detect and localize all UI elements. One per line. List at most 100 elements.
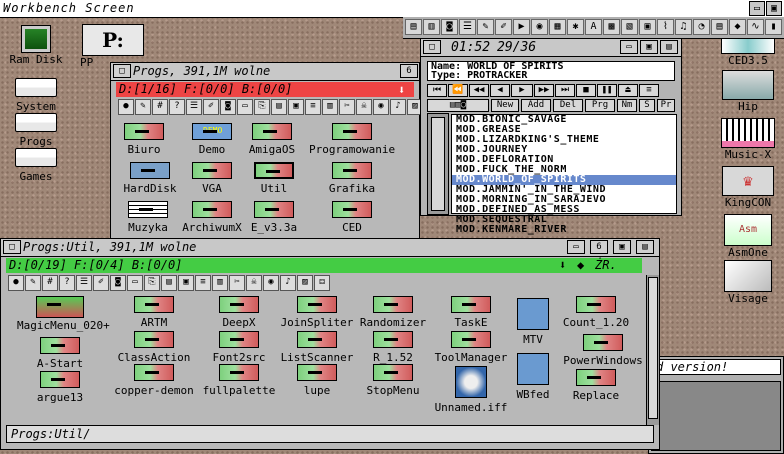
dock-calc-icon[interactable]: ▩ xyxy=(603,19,620,35)
arrow-down-icon[interactable]: ⬇ xyxy=(398,83,405,97)
dock-clock-icon[interactable]: ◔ xyxy=(693,19,710,35)
tool-astart[interactable]: A-Start xyxy=(17,337,103,370)
desktop-icon-visage[interactable]: Visage xyxy=(714,260,782,305)
dock-game-icon[interactable]: ✱ xyxy=(567,19,584,35)
dock-aaa-icon[interactable]: ▤ xyxy=(711,19,728,35)
playlist-tools-icon[interactable]: ▤▥◙ xyxy=(427,99,489,112)
prev-icon[interactable]: ⏪ xyxy=(448,84,468,97)
music-icon[interactable]: ♪ xyxy=(390,99,406,115)
dock-music-icon[interactable]: ♫ xyxy=(675,19,692,35)
desktop-icon-kingcon[interactable]: ♛ KingCON xyxy=(714,166,782,209)
info-icon[interactable]: ● xyxy=(8,275,24,291)
depth-front-icon[interactable]: ▣ xyxy=(766,1,782,16)
disk-icon[interactable]: ◙ xyxy=(110,275,126,291)
dock-screen-icon[interactable]: ▣ xyxy=(639,19,656,35)
tool-listscanner[interactable]: ListScanner xyxy=(274,331,360,364)
player-window[interactable]: □ 01:52 29/36 ▭ ▣ ▤ Name: World Of Spiri… xyxy=(420,38,682,235)
eye-icon[interactable]: ◉ xyxy=(373,99,389,115)
dock-disk-icon[interactable]: ◙ xyxy=(441,19,458,35)
tool-deepx[interactable]: DeepX xyxy=(196,296,282,329)
drawer-ced[interactable]: CED xyxy=(309,201,395,234)
dice-icon[interactable]: ⚃ xyxy=(314,275,330,291)
tool-classaction[interactable]: ClassAction xyxy=(111,331,197,364)
skull-icon[interactable]: ☠ xyxy=(356,99,372,115)
tool-font2src[interactable]: Font2src xyxy=(196,331,282,364)
eject-icon[interactable]: ⏏ xyxy=(618,84,638,97)
grid-icon[interactable]: # xyxy=(152,99,168,115)
tool-r152[interactable]: R_1.52 xyxy=(350,331,436,364)
text-icon[interactable]: ? xyxy=(59,275,75,291)
tool-lupe[interactable]: lupe xyxy=(274,364,360,397)
dock-logo-icon[interactable]: ◆ xyxy=(729,19,746,35)
play-icon[interactable]: ▶ xyxy=(511,84,533,97)
new-button[interactable]: New xyxy=(491,99,519,112)
add-button[interactable]: Add xyxy=(521,99,551,112)
box-icon[interactable]: ▣ xyxy=(288,99,304,115)
term-icon[interactable]: ▤ xyxy=(271,99,287,115)
dock-eye-icon[interactable]: ◉ xyxy=(531,19,548,35)
window-icon[interactable]: ▭ xyxy=(127,275,143,291)
player-titlebar[interactable]: □ 01:52 29/36 ▭ ▣ ▤ xyxy=(421,39,681,57)
drawer-programowanie[interactable]: Programowanie xyxy=(309,123,395,156)
dock-prefs-icon[interactable]: ▤ xyxy=(405,19,422,35)
del-button[interactable]: Del xyxy=(553,99,583,112)
playlist-scrollbar[interactable] xyxy=(427,113,449,215)
depth-icon[interactable]: 6 xyxy=(590,240,608,254)
tool-magicmenu[interactable]: MagicMenu_020+ xyxy=(17,296,110,332)
dock-doc-icon[interactable]: ▧ xyxy=(621,19,638,35)
drawer-amigaos[interactable]: AmigaOS xyxy=(229,123,315,156)
tool-joinspliter[interactable]: JoinSpliter xyxy=(274,296,360,329)
dock-shell-icon[interactable]: ▦ xyxy=(549,19,566,35)
box-icon[interactable]: ▣ xyxy=(178,275,194,291)
scissors-icon[interactable]: ✂ xyxy=(339,99,355,115)
dock-page-icon[interactable]: ☰ xyxy=(459,19,476,35)
tool-randomizer[interactable]: Randomizer xyxy=(350,296,436,329)
iconify-icon[interactable]: ▣ xyxy=(613,240,631,254)
window-icon[interactable]: ▭ xyxy=(237,99,253,115)
prg-button[interactable]: Prg xyxy=(585,99,615,112)
stop-icon[interactable]: ■ xyxy=(576,84,596,97)
desktop-icon-progs[interactable]: Progs xyxy=(8,113,64,148)
close-icon[interactable]: □ xyxy=(423,40,441,54)
dock-end-icon[interactable]: ▮ xyxy=(765,19,782,35)
book-icon[interactable]: ▥ xyxy=(322,99,338,115)
tool-artm[interactable]: ARTM xyxy=(111,296,197,329)
desktop-icon-games[interactable]: Games xyxy=(8,148,64,183)
back-window[interactable]: d version! xyxy=(648,356,784,454)
close-icon[interactable]: □ xyxy=(3,240,21,254)
dock-tools-icon[interactable]: ✎ xyxy=(477,19,494,35)
pencil-icon[interactable]: ✐ xyxy=(203,99,219,115)
dock-wave-icon[interactable]: ∿ xyxy=(747,19,764,35)
book-icon[interactable]: ▥ xyxy=(212,275,228,291)
desktop-icon-asmone[interactable]: Asm AsmOne xyxy=(714,214,782,259)
scissors-icon[interactable]: ✂ xyxy=(229,275,245,291)
dock-monitor-icon[interactable]: ▥ xyxy=(423,19,440,35)
drawer-grafika[interactable]: Grafika xyxy=(309,162,395,195)
playlist[interactable]: MOD.BIONIC_SAVAGE MOD.GREASE MOD.LIZARDKIN… xyxy=(451,114,677,235)
desktop-icon-hip[interactable]: Hip xyxy=(714,70,782,113)
tool-fullpalette[interactable]: fullpalette xyxy=(196,364,282,397)
tool-copperdemon[interactable]: copper-demon xyxy=(111,364,197,397)
desktop-icon-ced[interactable]: CED3.5 xyxy=(714,38,782,67)
depth-front-icon[interactable]: ▤ xyxy=(636,240,654,254)
depth-back-icon[interactable]: ▣ xyxy=(640,40,658,54)
eye-icon[interactable]: ◉ xyxy=(263,275,279,291)
depth-back-icon[interactable]: ▭ xyxy=(749,1,765,16)
skull-icon[interactable]: ☠ xyxy=(246,275,262,291)
drawer-ev33a[interactable]: E_v3.3a xyxy=(231,201,317,234)
progs-titlebar[interactable]: □ Progs, 391,1M wolne 6 xyxy=(111,63,419,81)
desktop-icon-musicx[interactable]: Music-X xyxy=(714,118,782,161)
pause-icon[interactable]: ❚❚ xyxy=(597,84,617,97)
util-titlebar[interactable]: □ Progs:Util, 391,1M wolne ▭ 6 ▣ ▤ xyxy=(1,239,659,257)
term-icon[interactable]: ▤ xyxy=(161,275,177,291)
arrow-down-icon[interactable]: ⬇ xyxy=(559,258,566,272)
dock-graph-icon[interactable]: ⌇ xyxy=(657,19,674,35)
depth-front-icon[interactable]: ▤ xyxy=(660,40,678,54)
dock-text-icon[interactable]: A xyxy=(585,19,602,35)
list-icon[interactable]: ☰ xyxy=(186,99,202,115)
next-icon[interactable]: ⏭ xyxy=(555,84,575,97)
disk-icon[interactable]: ◙ xyxy=(220,99,236,115)
list-icon[interactable]: ☰ xyxy=(76,275,92,291)
depth-icon[interactable]: 6 xyxy=(400,64,418,78)
clip-icon[interactable]: ⎘ xyxy=(254,99,270,115)
